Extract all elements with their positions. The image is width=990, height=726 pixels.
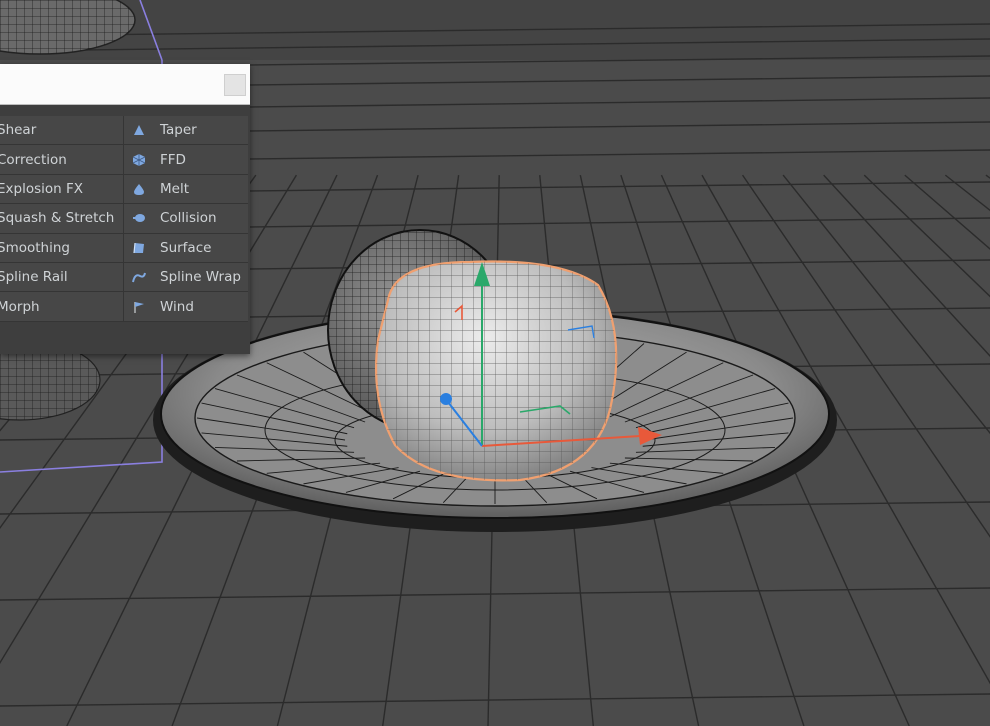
menu-item-label: Explosion FX — [0, 180, 84, 197]
menu-item-label: Surface — [160, 239, 212, 256]
menu-item-label: Correction — [0, 151, 67, 168]
menu-item-label: Taper — [160, 122, 197, 139]
menu-item-squash-and-stretch[interactable]: Squash & Stretch — [0, 204, 124, 234]
wind-icon — [132, 300, 146, 314]
popup-close-button[interactable] — [224, 74, 246, 96]
menu-item-label: Shear — [0, 122, 37, 139]
z-axis-handle — [440, 393, 452, 405]
menu-item-surface[interactable]: Surface — [124, 233, 248, 263]
menu-item-label: Squash & Stretch — [0, 210, 115, 227]
ffd-icon — [132, 153, 146, 167]
menu-item-morph[interactable]: Morph — [0, 292, 124, 322]
menu-item-wind[interactable]: Wind — [124, 292, 248, 322]
menu-item-correction[interactable]: Correction — [0, 145, 124, 175]
surface-icon — [132, 241, 146, 255]
deformer-popup-menu: Shear Taper Correction FFD Explosion FX … — [0, 64, 250, 354]
menu-item-label: FFD — [160, 151, 186, 168]
menu-item-label: Morph — [0, 298, 40, 315]
melt-icon — [132, 182, 146, 196]
menu-item-label: Smoothing — [0, 239, 70, 256]
menu-item-shear[interactable]: Shear — [0, 116, 124, 146]
menu-item-label: Melt — [160, 180, 189, 197]
menu-item-smoothing[interactable]: Smoothing — [0, 233, 124, 263]
menu-item-label: Wind — [160, 298, 194, 315]
menu-item-explosion-fx[interactable]: Explosion FX — [0, 174, 124, 205]
deformer-search-input[interactable] — [0, 64, 220, 104]
menu-item-label: Spline Wrap — [160, 269, 241, 286]
collision-icon — [132, 211, 146, 225]
taper-icon — [132, 123, 146, 137]
popup-search-bar — [0, 64, 250, 105]
spline-wrap-icon — [132, 270, 146, 284]
menu-item-label: Collision — [160, 210, 217, 227]
menu-item-collision[interactable]: Collision — [124, 204, 248, 234]
menu-item-spline-rail[interactable]: Spline Rail — [0, 262, 124, 293]
deformer-list: Shear Taper Correction FFD Explosion FX … — [0, 116, 248, 322]
menu-item-melt[interactable]: Melt — [124, 174, 248, 205]
menu-item-taper[interactable]: Taper — [124, 116, 248, 146]
menu-item-label: Spline Rail — [0, 269, 68, 286]
selected-apple-object[interactable] — [374, 260, 618, 482]
menu-item-spline-wrap[interactable]: Spline Wrap — [124, 262, 248, 293]
menu-item-ffd[interactable]: FFD — [124, 145, 248, 175]
